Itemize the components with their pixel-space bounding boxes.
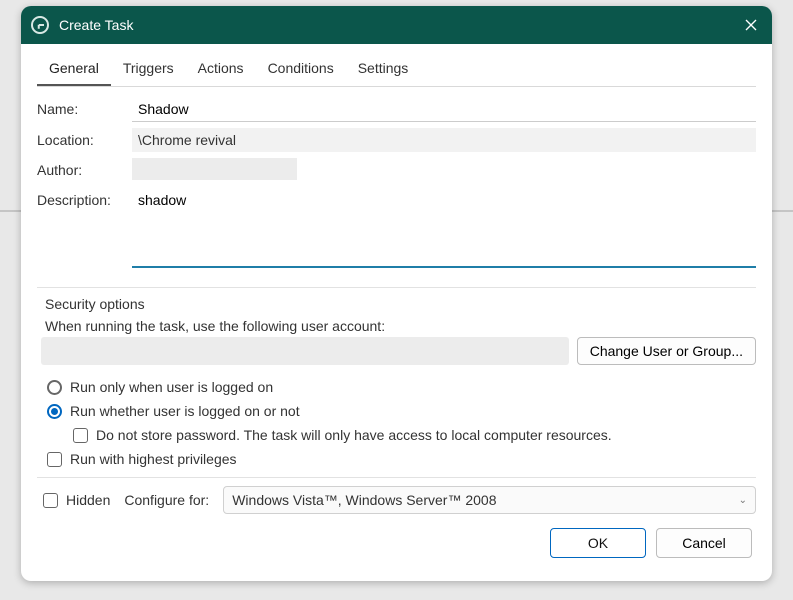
checkbox-icon <box>43 493 58 508</box>
security-heading: Security options <box>37 296 756 312</box>
radio-label: Run only when user is logged on <box>70 379 273 395</box>
checkbox-hidden[interactable]: Hidden <box>43 488 110 512</box>
location-label: Location: <box>37 128 132 152</box>
clock-icon <box>31 16 49 34</box>
configure-for-label: Configure for: <box>124 492 209 508</box>
configure-for-value: Windows Vista™, Windows Server™ 2008 <box>232 492 496 508</box>
window-title: Create Task <box>59 17 133 33</box>
checkbox-label: Run with highest privileges <box>70 451 237 467</box>
ok-button[interactable]: OK <box>550 528 646 558</box>
radio-label: Run whether user is logged on or not <box>70 403 300 419</box>
change-user-button[interactable]: Change User or Group... <box>577 337 756 365</box>
tabs: General Triggers Actions Conditions Sett… <box>37 52 756 87</box>
tab-settings[interactable]: Settings <box>346 52 421 86</box>
description-label: Description: <box>37 188 132 212</box>
checkbox-icon <box>47 452 62 467</box>
location-value: \Chrome revival <box>132 128 756 152</box>
titlebar: Create Task <box>21 6 772 44</box>
create-task-dialog: Create Task General Triggers Actions Con… <box>21 6 772 581</box>
radio-icon <box>47 404 62 419</box>
checkbox-highest-privileges[interactable]: Run with highest privileges <box>37 447 756 471</box>
user-account-field <box>41 337 569 365</box>
author-label: Author: <box>37 158 132 182</box>
tab-general[interactable]: General <box>37 52 111 86</box>
chevron-down-icon: ⌄ <box>739 495 747 506</box>
account-prompt: When running the task, use the following… <box>37 318 756 334</box>
author-value <box>132 158 297 180</box>
checkbox-label: Do not store password. The task will onl… <box>96 427 612 443</box>
radio-run-logged-on[interactable]: Run only when user is logged on <box>37 375 756 399</box>
tab-conditions[interactable]: Conditions <box>256 52 346 86</box>
close-button[interactable] <box>740 14 762 36</box>
name-input[interactable] <box>132 97 756 122</box>
checkbox-no-store-password[interactable]: Do not store password. The task will onl… <box>37 423 756 447</box>
checkbox-label: Hidden <box>66 492 110 508</box>
description-input[interactable] <box>132 188 756 268</box>
radio-run-whether[interactable]: Run whether user is logged on or not <box>37 399 756 423</box>
close-icon <box>745 19 757 31</box>
tab-triggers[interactable]: Triggers <box>111 52 186 86</box>
configure-for-select[interactable]: Windows Vista™, Windows Server™ 2008 ⌄ <box>223 486 756 514</box>
name-label: Name: <box>37 97 132 121</box>
checkbox-icon <box>73 428 88 443</box>
radio-icon <box>47 380 62 395</box>
cancel-button[interactable]: Cancel <box>656 528 752 558</box>
tab-actions[interactable]: Actions <box>186 52 256 86</box>
